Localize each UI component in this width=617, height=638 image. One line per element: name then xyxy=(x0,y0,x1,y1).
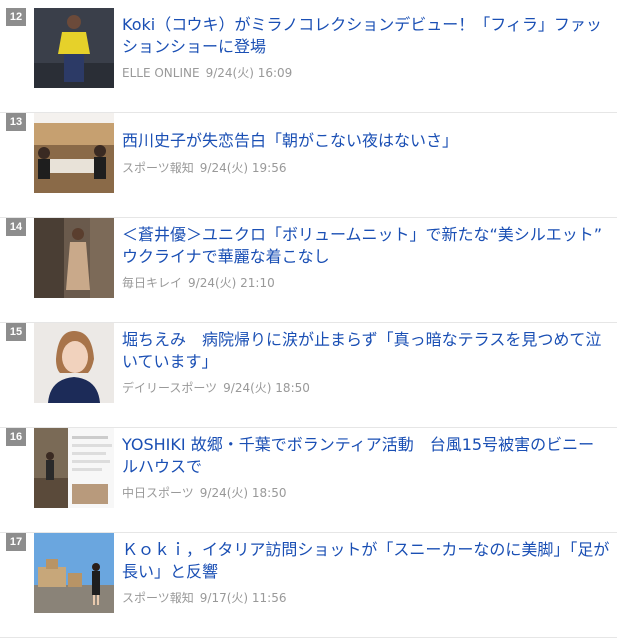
article-time: 9/24(火) 18:50 xyxy=(199,486,287,500)
article-title-link[interactable]: YOSHIKI 故郷・千葉でボランティア活動 台風15号被害のビニールハウスで xyxy=(122,434,610,478)
rank-badge: 13 xyxy=(6,113,26,131)
article-source: 中日スポーツ xyxy=(122,486,194,500)
article-time: 9/24(火) 18:50 xyxy=(223,381,310,395)
article-title-link[interactable]: Ｋｏｋｉ，イタリア訪問ショットが「スニーカーなのに美脚」「足が長い」と反響 xyxy=(122,539,610,583)
list-item[interactable]: 13 西川史子が失恋告白「朝がこない夜はないさ」 スポーツ報知 9/24(火) 1… xyxy=(0,113,617,218)
list-item[interactable]: 15 堀ちえみ 病院帰りに涙が止まらず「真っ暗なテラスを見つめて泣いています」 … xyxy=(0,323,617,428)
article-thumbnail[interactable] xyxy=(34,113,114,193)
article-source: スポーツ報知 xyxy=(122,591,194,605)
article-title-link[interactable]: ＜蒼井優＞ユニクロ「ボリュームニット」で新たな“美シルエット” ウクライナで華麗… xyxy=(122,224,617,268)
list-item[interactable]: 12 Koki（コウキ）がミラノコレクションデビュー！「フィラ」ファッションショ… xyxy=(0,8,617,113)
article-source: 毎日キレイ xyxy=(122,276,183,290)
article-thumbnail[interactable] xyxy=(34,533,114,613)
article-source: ELLE ONLINE xyxy=(122,66,200,80)
article-title-link[interactable]: Koki（コウキ）がミラノコレクションデビュー！「フィラ」ファッションショーに登… xyxy=(122,14,610,58)
rank-badge: 16 xyxy=(6,428,26,446)
article-time: 9/24(火) 21:10 xyxy=(188,276,275,290)
article-meta: スポーツ報知 9/17(火) 11:56 xyxy=(122,590,286,606)
rank-badge: 17 xyxy=(6,533,26,551)
list-item[interactable]: 17 Ｋｏｋｉ，イタリア訪問ショットが「スニーカーなのに美脚」「足が長い」と反響… xyxy=(0,533,617,638)
article-time: 9/24(火) 19:56 xyxy=(199,161,287,175)
ranking-list: 12 Koki（コウキ）がミラノコレクションデビュー！「フィラ」ファッションショ… xyxy=(0,0,617,638)
article-title-link[interactable]: 堀ちえみ 病院帰りに涙が止まらず「真っ暗なテラスを見つめて泣いています」 xyxy=(122,329,610,373)
article-title-link[interactable]: 西川史子が失恋告白「朝がこない夜はないさ」 xyxy=(122,130,610,152)
article-source: スポーツ報知 xyxy=(122,161,194,175)
article-meta: 中日スポーツ 9/24(火) 18:50 xyxy=(122,485,286,501)
article-thumbnail[interactable] xyxy=(34,218,114,298)
article-meta: デイリースポーツ 9/24(火) 18:50 xyxy=(122,380,310,396)
article-meta: スポーツ報知 9/24(火) 19:56 xyxy=(122,160,286,176)
article-thumbnail[interactable] xyxy=(34,8,114,88)
list-item[interactable]: 16 YOSHIKI 故郷・千葉でボランティア活動 台風15号被害のビニールハウ… xyxy=(0,428,617,533)
rank-badge: 15 xyxy=(6,323,26,341)
article-time: 9/24(火) 16:09 xyxy=(205,66,293,80)
article-source: デイリースポーツ xyxy=(122,381,218,395)
article-meta: ELLE ONLINE 9/24(火) 16:09 xyxy=(122,65,292,81)
article-thumbnail[interactable] xyxy=(34,428,114,508)
article-thumbnail[interactable] xyxy=(34,323,114,403)
rank-badge: 12 xyxy=(6,8,26,26)
list-item[interactable]: 14 ＜蒼井優＞ユニクロ「ボリュームニット」で新たな“美シルエット” ウクライナ… xyxy=(0,218,617,323)
article-time: 9/17(火) 11:56 xyxy=(199,591,287,605)
rank-badge: 14 xyxy=(6,218,26,236)
article-meta: 毎日キレイ 9/24(火) 21:10 xyxy=(122,275,275,291)
